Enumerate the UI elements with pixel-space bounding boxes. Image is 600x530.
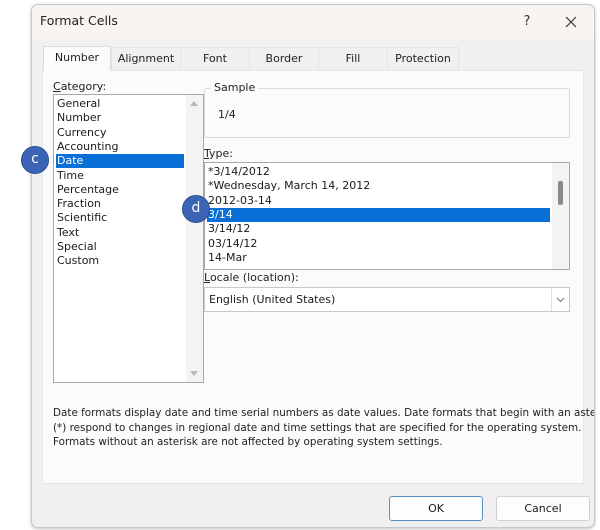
category-label: Category: [53,80,106,93]
tab-font[interactable]: Font [180,47,250,70]
type-scrollbar[interactable] [552,163,569,269]
category-list-item[interactable]: Date [56,154,184,169]
chevron-down-icon [556,297,565,303]
locale-dropdown[interactable]: English (United States) [204,287,570,312]
category-list-item[interactable]: Accounting [56,140,184,154]
callout-d-badge: d [182,195,210,223]
title-bar: Format Cells ? [32,5,594,39]
sample-value: 1/4 [218,108,236,121]
dialog-title: Format Cells [40,13,118,28]
type-list-item[interactable]: *Wednesday, March 14, 2012 [207,179,550,193]
close-icon [565,16,577,28]
category-list-item[interactable]: Percentage [56,183,184,197]
type-list-item[interactable]: 03/14/12 [207,237,550,251]
type-list-item[interactable]: 3/14 [207,207,550,222]
description-line: Date formats display date and time seria… [53,407,595,419]
description-line: (*) respond to changes in regional date … [53,421,582,434]
type-list-item[interactable]: *3/14/2012 [207,165,550,179]
category-list-item[interactable]: Custom [56,254,184,268]
cancel-button[interactable]: Cancel [496,496,590,521]
description-line: Formats without an asterisk are not affe… [53,436,443,448]
locale-value: English (United States) [209,293,336,306]
type-scrollbar-thumb[interactable] [558,181,563,205]
ok-button[interactable]: OK [389,496,483,521]
category-label-text: ategory: [60,80,107,93]
category-list-item[interactable]: Currency [56,126,184,140]
category-listbox[interactable]: General Number Currency Accounting Date Time P… [53,94,204,383]
callout-c-badge: c [21,146,49,174]
type-list-item[interactable]: 2012-03-14 [207,194,550,208]
sample-groupbox [204,88,570,138]
category-label-accesskey: C [53,80,61,93]
scroll-up-arrow-icon[interactable] [190,101,198,106]
category-list-item[interactable]: Text [56,226,184,240]
category-list-item[interactable]: Time [56,169,184,183]
tab-fill[interactable]: Fill [318,47,388,70]
category-scrollbar[interactable] [186,95,203,382]
category-list-item[interactable]: Number [56,111,184,125]
format-cells-dialog: Format Cells ? Number Alignment Font Bor… [31,4,595,528]
category-list-item[interactable]: Special [56,240,184,254]
type-label: Type: [204,147,233,160]
help-button[interactable]: ? [515,11,539,33]
tab-alignment[interactable]: Alignment [111,47,181,70]
scroll-down-arrow-icon[interactable] [190,371,198,376]
close-button[interactable] [559,11,583,33]
category-list-item[interactable]: Scientific [56,211,184,225]
type-listbox[interactable]: *3/14/2012 *Wednesday, March 14, 2012 2012… [204,162,570,270]
locale-label-text: ocale (location): [209,271,299,284]
tab-number[interactable]: Number [43,46,111,71]
format-description: Date formats display date and time seria… [53,406,595,450]
tab-border[interactable]: Border [249,47,319,70]
type-list-item[interactable]: 14-Mar [207,251,550,265]
category-list-item[interactable]: General [56,97,184,111]
sample-label: Sample [211,81,259,94]
category-list-item[interactable]: Fraction [56,197,184,211]
type-list-item[interactable]: 3/14/12 [207,222,550,236]
locale-label: Locale (location): [204,271,299,284]
locale-dropdown-button[interactable] [551,288,569,311]
tab-protection[interactable]: Protection [387,47,459,70]
type-label-text: ype: [209,147,233,160]
number-tab-panel: Category: General Number Currency Accountin… [42,70,595,484]
